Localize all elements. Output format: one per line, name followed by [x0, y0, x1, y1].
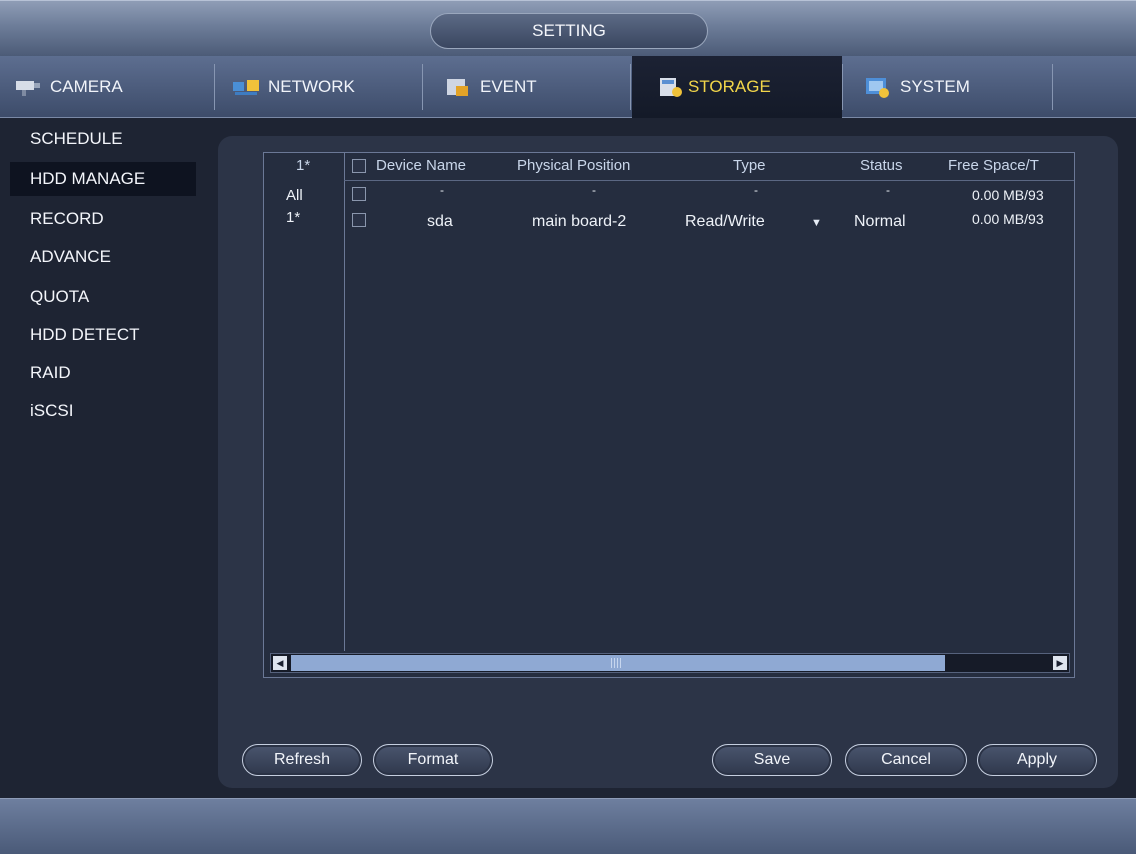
type-dropdown-value: Read/Write: [685, 213, 765, 230]
sidebar-item-advance[interactable]: ADVANCE: [10, 240, 196, 274]
format-button[interactable]: Format: [373, 744, 493, 776]
main-tab-bar: CAMERA NETWORK EVENT STORAGE SYSTEM: [0, 56, 1136, 118]
column-header-id[interactable]: 1*: [296, 157, 310, 174]
refresh-button[interactable]: Refresh: [242, 744, 362, 776]
sidebar-item-hdd-detect[interactable]: HDD DETECT: [10, 318, 196, 352]
row-checkbox[interactable]: [352, 187, 366, 201]
scrollbar-thumb[interactable]: [291, 655, 945, 671]
select-all-checkbox-header[interactable]: [352, 159, 366, 173]
row-free-space: 0.00 MB/93: [972, 187, 1044, 203]
row-physical-position: -: [592, 183, 596, 197]
title-bar: SETTING: [0, 0, 1136, 56]
scroll-right-icon[interactable]: ▶: [1053, 656, 1067, 670]
column-header-free-space[interactable]: Free Space/T: [948, 157, 1039, 174]
network-icon: [233, 80, 259, 95]
storage-icon: [660, 78, 682, 97]
row-device-name: sda: [427, 213, 453, 230]
sidebar-item-quota[interactable]: QUOTA: [10, 280, 196, 314]
cancel-button[interactable]: Cancel: [845, 744, 967, 776]
tab-label: STORAGE: [688, 77, 771, 96]
apply-button[interactable]: Apply: [977, 744, 1097, 776]
hdd-table: 1* Device Name Physical Position Type St…: [263, 152, 1075, 678]
bottom-bar: [0, 798, 1136, 854]
window-title: SETTING: [430, 13, 708, 49]
sidebar-item-record[interactable]: RECORD: [10, 202, 196, 236]
row-id: All: [286, 187, 303, 204]
row-status: Normal: [854, 213, 906, 230]
column-header-device-name[interactable]: Device Name: [376, 157, 466, 174]
sidebar-item-raid[interactable]: RAID: [10, 356, 196, 390]
row-status: -: [886, 183, 890, 197]
column-header-status[interactable]: Status: [860, 157, 903, 174]
row-physical-position: main board-2: [532, 213, 627, 230]
tab-system[interactable]: SYSTEM: [864, 56, 1052, 118]
tab-label: NETWORK: [268, 77, 355, 96]
header-divider: [344, 180, 1074, 181]
tab-camera[interactable]: CAMERA: [14, 56, 214, 118]
column-header-type[interactable]: Type: [733, 157, 766, 174]
sidebar-item-iscsi[interactable]: iSCSI: [10, 394, 196, 428]
row-type: -: [754, 183, 758, 197]
tab-storage[interactable]: STORAGE: [632, 56, 842, 118]
save-button[interactable]: Save: [712, 744, 832, 776]
chevron-down-icon: ▼: [811, 217, 822, 229]
horizontal-scrollbar[interactable]: ◀ ▶: [270, 653, 1070, 673]
camera-icon: [16, 81, 40, 96]
tab-label: EVENT: [480, 77, 537, 96]
column-header-physical-position[interactable]: Physical Position: [517, 157, 630, 174]
tab-network[interactable]: NETWORK: [232, 56, 412, 118]
sidebar-item-schedule[interactable]: SCHEDULE: [10, 122, 196, 156]
sidebar: SCHEDULE HDD MANAGE RECORD ADVANCE QUOTA…: [0, 118, 205, 798]
row-checkbox[interactable]: [352, 213, 366, 227]
event-icon: [447, 79, 468, 96]
tab-label: CAMERA: [50, 77, 123, 96]
row-id: 1*: [286, 209, 301, 226]
column-divider: [344, 153, 345, 651]
sidebar-item-hdd-manage[interactable]: HDD MANAGE: [10, 162, 196, 196]
row-free-space: 0.00 MB/93: [972, 211, 1044, 227]
tab-label: SYSTEM: [900, 77, 970, 96]
scroll-left-icon[interactable]: ◀: [273, 656, 287, 670]
system-icon: [866, 78, 889, 98]
row-device-name: -: [440, 183, 444, 197]
tab-event[interactable]: EVENT: [444, 56, 624, 118]
grip-icon: [611, 658, 623, 668]
